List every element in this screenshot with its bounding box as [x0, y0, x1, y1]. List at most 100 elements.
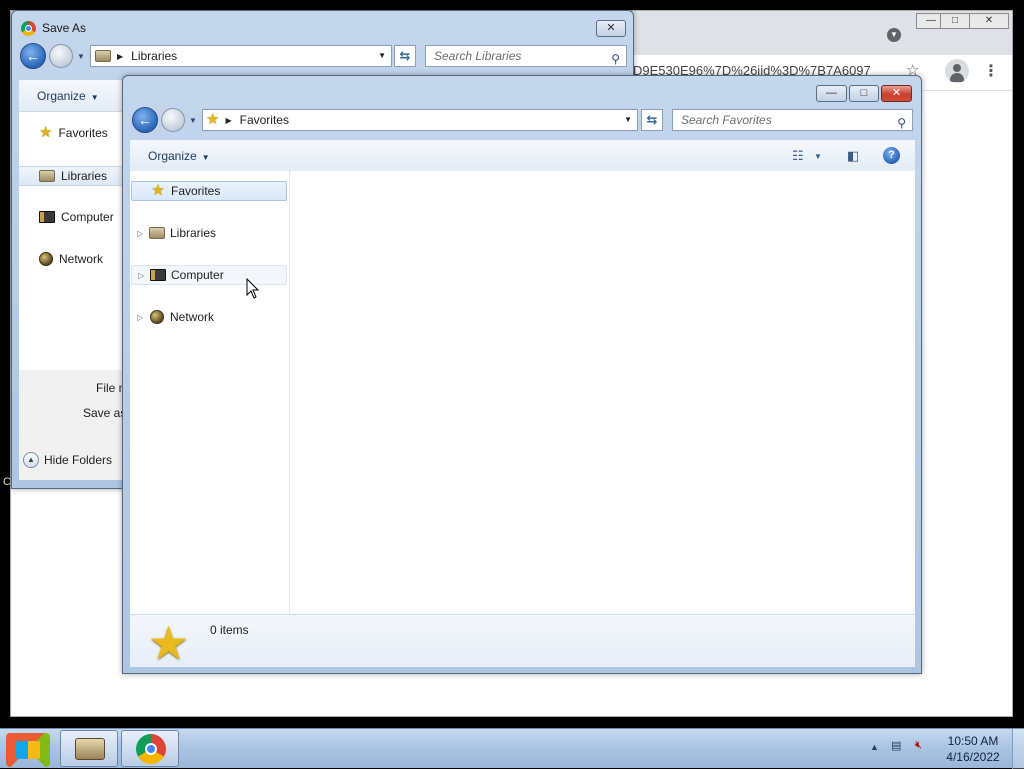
breadcrumb-arrow-icon[interactable]: ▶ [225, 116, 231, 125]
hide-folders-button[interactable]: ▲ Hide Folders [23, 452, 112, 468]
library-icon [39, 170, 55, 182]
chrome-menu-icon[interactable]: ⋮ [983, 61, 999, 81]
search-icon[interactable]: ⚲ [611, 49, 620, 69]
chrome-close-button[interactable]: ✕ [969, 13, 1009, 29]
chrome-icon [136, 734, 166, 764]
nav-item-computer[interactable]: Computer [39, 210, 114, 224]
nav-item-favorites[interactable]: ★ Favorites [39, 124, 108, 141]
close-button[interactable]: ✕ [881, 85, 912, 102]
change-view-icon[interactable]: ☷ [792, 148, 804, 164]
refresh-button[interactable]: ⇆ [394, 45, 416, 67]
star-icon: ★ [151, 182, 165, 199]
help-icon[interactable]: ? [883, 147, 900, 164]
recent-pages-dropdown-icon[interactable]: ▼ [189, 116, 197, 125]
tab-search-icon[interactable]: ▼ [887, 28, 901, 42]
organize-button[interactable]: Organize ▼ [37, 89, 99, 103]
search-input[interactable]: Search Libraries ⚲ [425, 45, 627, 67]
nav-item-libraries[interactable]: Libraries [19, 166, 134, 186]
address-bar[interactable]: ★ ▶ Favorites ▼ [202, 109, 638, 131]
expand-arrow-icon[interactable]: ▷ [137, 313, 149, 322]
explorer-icon [75, 738, 105, 760]
network-status-icon[interactable]: ▤ [891, 739, 901, 752]
clock[interactable]: 10:50 AM 4/16/2022 [940, 733, 1006, 765]
search-icon[interactable]: ⚲ [897, 113, 906, 133]
breadcrumb-arrow-icon[interactable]: ▶ [117, 52, 123, 61]
organize-label: Organize [37, 89, 86, 103]
tree-item-label: Computer [171, 268, 224, 282]
volume-muted-icon[interactable]: 🔇︎ [915, 739, 922, 752]
tree-item-libraries[interactable]: ▷ Libraries [131, 223, 287, 243]
tree-item-label: Favorites [171, 184, 221, 198]
explorer-client: Organize ▼ ☷ ▼ ◧ ? ★ Favorites ▷ Librarie… [130, 140, 915, 667]
view-options-dropdown-icon[interactable]: ▼ [814, 152, 822, 161]
save-as-close-button[interactable]: ✕ [596, 20, 626, 37]
forward-button[interactable] [161, 108, 185, 132]
nav-item-network[interactable]: Network [39, 252, 103, 266]
item-count: 0 items [210, 623, 249, 637]
details-pane: ★ 0 items [130, 614, 915, 667]
search-input[interactable]: Search Favorites ⚲ [672, 109, 913, 131]
favorites-explorer-window: — □ ✕ ← ▼ ★ ▶ Favorites ▼ ⇆ Search Favor… [122, 75, 922, 674]
computer-icon [150, 269, 166, 281]
nav-item-label: Favorites [58, 126, 108, 140]
start-button[interactable] [0, 729, 56, 769]
file-list-area[interactable] [291, 171, 915, 614]
search-placeholder: Search Libraries [434, 49, 522, 63]
save-as-title: Save As [42, 21, 87, 35]
show-hidden-icons-icon[interactable]: ▲ [870, 742, 879, 752]
windows-logo-icon [6, 733, 50, 767]
address-bar[interactable]: ▶ Libraries ▼ [90, 45, 392, 67]
tree-item-computer[interactable]: ▷ Computer [131, 265, 287, 285]
tree-item-favorites[interactable]: ★ Favorites [131, 181, 287, 201]
organize-label: Organize [148, 149, 197, 163]
chrome-icon [21, 21, 36, 36]
organize-button[interactable]: Organize ▼ [148, 149, 210, 163]
address-dropdown-icon[interactable]: ▼ [624, 115, 632, 124]
favorites-star-icon: ★ [148, 617, 190, 669]
chevron-down-icon: ▼ [90, 93, 99, 102]
maximize-button[interactable]: □ [849, 85, 879, 102]
chrome-restore-button[interactable]: □ [940, 13, 970, 29]
hide-folders-label: Hide Folders [44, 453, 113, 467]
breadcrumb[interactable]: Libraries [131, 49, 177, 63]
nav-item-label: Network [59, 252, 104, 266]
recent-pages-dropdown-icon[interactable]: ▼ [77, 52, 85, 61]
taskbar: ▲ ▤ 🔇︎ 10:50 AM 4/16/2022 [0, 728, 1024, 769]
address-dropdown-icon[interactable]: ▼ [378, 51, 386, 60]
back-button[interactable]: ← [132, 107, 158, 133]
chevron-up-icon: ▲ [23, 452, 39, 468]
refresh-button[interactable]: ⇆ [641, 109, 663, 131]
chevron-down-icon: ▼ [201, 153, 210, 162]
minimize-button[interactable]: — [816, 85, 847, 102]
taskbar-chrome-button[interactable] [121, 730, 179, 767]
breadcrumb[interactable]: Favorites [240, 113, 289, 127]
clock-time: 10:50 AM [947, 734, 999, 748]
star-icon: ★ [206, 111, 220, 128]
nav-item-label: Computer [61, 210, 114, 224]
star-icon: ★ [39, 124, 53, 141]
tree-item-label: Libraries [170, 226, 217, 240]
navigation-pane: ★ Favorites Libraries Computer Network [19, 112, 134, 370]
profile-avatar-icon[interactable] [945, 59, 969, 83]
library-icon [95, 50, 111, 62]
network-icon [39, 252, 53, 266]
stray-text: C [3, 476, 11, 488]
mouse-cursor-icon [246, 278, 260, 299]
expand-arrow-icon[interactable]: ▷ [138, 271, 150, 280]
command-bar: Organize ▼ ☷ ▼ ◧ ? [130, 140, 915, 172]
navigation-pane: ★ Favorites ▷ Libraries ▷ Computer ▷ Net… [130, 171, 290, 614]
taskbar-explorer-button[interactable] [60, 730, 118, 767]
search-placeholder: Search Favorites [681, 113, 772, 127]
tree-item-network[interactable]: ▷ Network [131, 307, 287, 327]
expand-arrow-icon[interactable]: ▷ [137, 229, 149, 238]
back-button[interactable]: ← [20, 43, 46, 69]
network-icon [150, 310, 164, 324]
library-icon [149, 227, 165, 239]
tree-item-label: Network [170, 310, 215, 324]
preview-pane-icon[interactable]: ◧ [847, 148, 859, 164]
show-desktop-button[interactable] [1012, 729, 1024, 769]
forward-button[interactable] [49, 44, 73, 68]
nav-item-label: Libraries [61, 169, 108, 183]
computer-icon [39, 211, 55, 223]
clock-date: 4/16/2022 [946, 750, 1000, 764]
